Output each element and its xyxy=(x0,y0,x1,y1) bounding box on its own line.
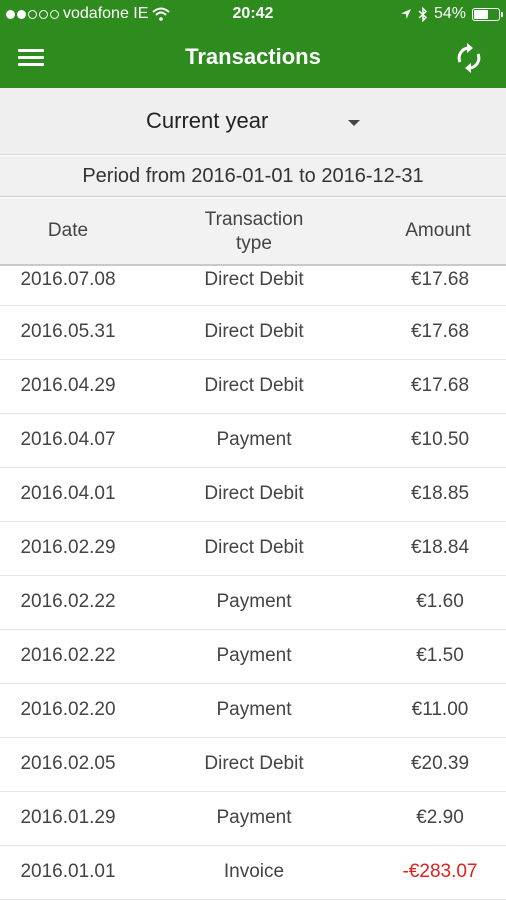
table-row[interactable]: 2016.04.01 Direct Debit €18.85 xyxy=(0,468,506,522)
table-row[interactable]: 2016.02.29 Direct Debit €18.84 xyxy=(0,522,506,576)
battery-icon xyxy=(472,7,503,21)
cell-type: Payment xyxy=(216,807,292,828)
transactions-list[interactable]: 2016.07.08 Direct Debit €17.68 2016.05.31 Di… xyxy=(0,266,506,900)
table-header: Date Transaction type Amount xyxy=(0,198,506,266)
status-bar: vodafone IE 20:42 54% xyxy=(0,0,506,30)
cell-type: Direct Debit xyxy=(204,269,304,290)
cell-date: 2016.02.22 xyxy=(20,645,116,666)
period-dropdown[interactable]: Current year xyxy=(146,108,366,138)
cell-type: Direct Debit xyxy=(204,375,304,396)
table-row[interactable]: 2016.04.29 Direct Debit €17.68 xyxy=(0,360,506,414)
title-bar: Transactions xyxy=(0,30,506,88)
page-title: Transactions xyxy=(185,44,321,69)
battery-percent: 54% xyxy=(433,5,466,22)
table-row[interactable]: 2016.01.29 Payment €2.90 xyxy=(0,792,506,846)
cell-date: 2016.07.08 xyxy=(20,269,116,290)
cell-amount: €17.68 xyxy=(410,321,470,342)
table-row[interactable]: 2016.02.22 Payment €1.50 xyxy=(0,630,506,684)
chevron-down-icon xyxy=(348,120,360,126)
cell-date: 2016.04.29 xyxy=(20,375,116,396)
table-row[interactable]: 2016.02.22 Payment €1.60 xyxy=(0,576,506,630)
cell-date: 2016.02.22 xyxy=(20,591,116,612)
cell-amount: €17.68 xyxy=(410,375,470,396)
app-bar: vodafone IE 20:42 54% Transactions xyxy=(0,0,506,88)
table-row[interactable]: 2016.01.01 Invoice -€283.07 xyxy=(0,846,506,900)
cell-amount: €17.68 xyxy=(410,269,470,290)
cell-type: Payment xyxy=(216,591,292,612)
cell-amount: €18.84 xyxy=(410,537,470,558)
cell-amount: -€283.07 xyxy=(402,861,478,882)
table-row[interactable]: 2016.02.05 Direct Debit €20.39 xyxy=(0,738,506,792)
sync-icon[interactable] xyxy=(452,41,486,75)
table-row[interactable]: 2016.05.31 Direct Debit €17.68 xyxy=(0,306,506,360)
cell-amount: €10.50 xyxy=(410,429,470,450)
cell-type: Direct Debit xyxy=(204,753,304,774)
table-row[interactable]: 2016.07.08 Direct Debit €17.68 xyxy=(0,266,506,306)
cell-amount: €1.50 xyxy=(416,645,464,666)
cell-date: 2016.01.29 xyxy=(20,807,116,828)
bluetooth-icon xyxy=(418,6,428,22)
cell-date: 2016.02.29 xyxy=(20,537,116,558)
cell-type: Direct Debit xyxy=(204,483,304,504)
column-header-amount: Amount xyxy=(405,220,471,241)
period-dropdown-value: Current year xyxy=(146,108,269,133)
cell-date: 2016.02.05 xyxy=(20,753,116,774)
cell-date: 2016.01.01 xyxy=(20,861,116,882)
cell-date: 2016.04.07 xyxy=(20,429,116,450)
cell-date: 2016.02.20 xyxy=(20,699,116,720)
table-row[interactable]: 2016.02.20 Payment €11.00 xyxy=(0,684,506,738)
table-row[interactable]: 2016.04.07 Payment €10.50 xyxy=(0,414,506,468)
column-header-type: Transaction type xyxy=(204,209,304,254)
cell-type: Payment xyxy=(216,699,292,720)
cell-type: Invoice xyxy=(223,861,285,882)
cell-amount: €11.00 xyxy=(411,699,469,720)
cell-amount: €2.90 xyxy=(416,807,464,828)
cell-type: Payment xyxy=(216,429,292,450)
cell-type: Direct Debit xyxy=(204,321,304,342)
period-range-label: Period from 2016-01-01 to 2016-12-31 xyxy=(0,156,506,197)
cell-amount: €18.85 xyxy=(410,483,470,504)
period-filter-bar: Current year xyxy=(0,88,506,155)
cell-type: Direct Debit xyxy=(204,537,304,558)
cell-type: Payment xyxy=(216,645,292,666)
column-header-date: Date xyxy=(47,220,89,241)
cell-date: 2016.05.31 xyxy=(20,321,116,342)
cell-amount: €1.60 xyxy=(416,591,464,612)
cell-amount: €20.39 xyxy=(410,753,470,774)
cell-date: 2016.04.01 xyxy=(20,483,116,504)
location-arrow-icon xyxy=(400,9,411,19)
